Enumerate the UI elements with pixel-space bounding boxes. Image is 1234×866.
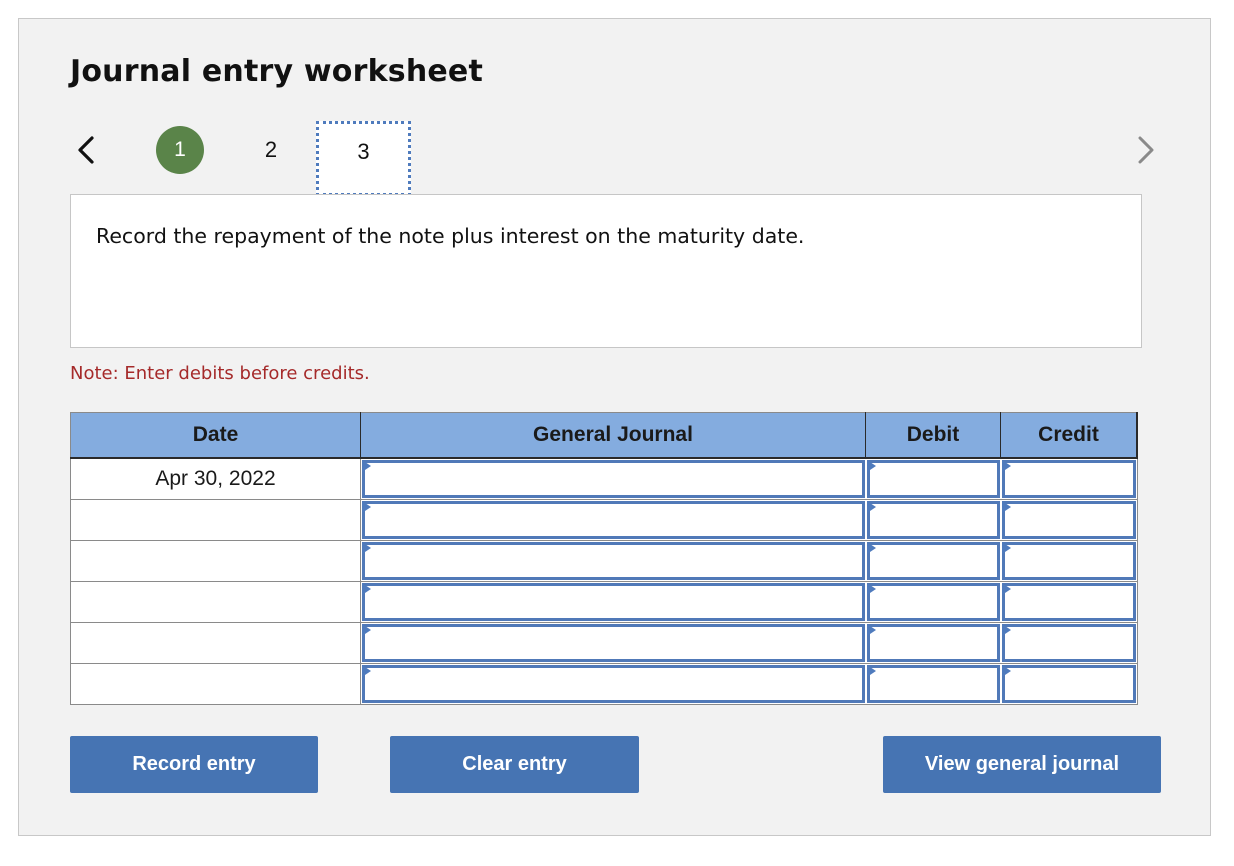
account-cell [360,458,866,500]
table-row [70,540,1137,582]
date-cell [70,499,361,541]
debit-cell [865,622,1001,664]
debit-input[interactable] [866,501,1000,539]
debit-cell [865,499,1001,541]
account-input[interactable] [362,501,865,539]
chevron-left-icon [78,136,94,164]
debit-input[interactable] [866,624,1000,662]
header-debit: Debit [865,412,1001,459]
page-title: Journal entry worksheet [70,54,484,89]
debit-input[interactable] [866,542,1000,580]
credit-input[interactable] [1001,542,1136,580]
debit-input[interactable] [866,583,1000,621]
credit-cell [1000,581,1137,623]
account-input[interactable] [362,624,865,662]
table-header-row: Date General Journal Debit Credit [70,412,1138,459]
credit-input[interactable] [1001,665,1136,703]
step-1-tab[interactable]: 1 [156,126,204,174]
account-cell [360,540,866,582]
credit-input[interactable] [1001,624,1136,662]
journal-table-body: Apr 30, 2022 [70,458,1137,705]
account-input[interactable] [362,542,865,580]
credit-input[interactable] [1001,501,1136,539]
table-row: Apr 30, 2022 [70,458,1137,500]
record-entry-button[interactable]: Record entry [70,736,318,793]
journal-table: Date General Journal Debit Credit Apr 30… [70,412,1138,705]
table-row [70,499,1137,541]
credit-cell [1000,622,1137,664]
instruction-box: Record the repayment of the note plus in… [70,194,1142,348]
clear-entry-button[interactable]: Clear entry [390,736,639,793]
date-cell [70,581,361,623]
header-general-journal: General Journal [360,412,866,459]
debit-input[interactable] [866,460,1000,498]
account-cell [360,622,866,664]
credit-input[interactable] [1001,460,1136,498]
account-input[interactable] [362,460,865,498]
account-input[interactable] [362,583,865,621]
step-3-tab[interactable]: 3 [316,121,411,196]
debit-cell [865,663,1001,705]
table-row [70,622,1137,664]
table-row [70,581,1137,623]
step-2-tab[interactable]: 2 [252,126,290,174]
view-general-journal-button[interactable]: View general journal [883,736,1161,793]
header-date: Date [70,412,361,459]
account-input[interactable] [362,665,865,703]
credit-cell [1000,499,1137,541]
table-row [70,663,1137,705]
debit-cell [865,581,1001,623]
credit-cell [1000,458,1137,500]
date-cell [70,540,361,582]
date-cell [70,622,361,664]
chevron-right-icon [1138,136,1154,164]
credit-input[interactable] [1001,583,1136,621]
prev-step-button[interactable] [72,130,102,170]
instruction-text: Record the repayment of the note plus in… [96,224,805,248]
credit-cell [1000,540,1137,582]
account-cell [360,499,866,541]
header-credit: Credit [1000,412,1138,459]
account-cell [360,663,866,705]
note-text: Note: Enter debits before credits. [70,363,370,384]
date-cell [70,663,361,705]
debit-input[interactable] [866,665,1000,703]
debit-cell [865,540,1001,582]
next-step-button[interactable] [1130,130,1160,170]
debit-cell [865,458,1001,500]
date-cell: Apr 30, 2022 [70,458,361,500]
credit-cell [1000,663,1137,705]
account-cell [360,581,866,623]
